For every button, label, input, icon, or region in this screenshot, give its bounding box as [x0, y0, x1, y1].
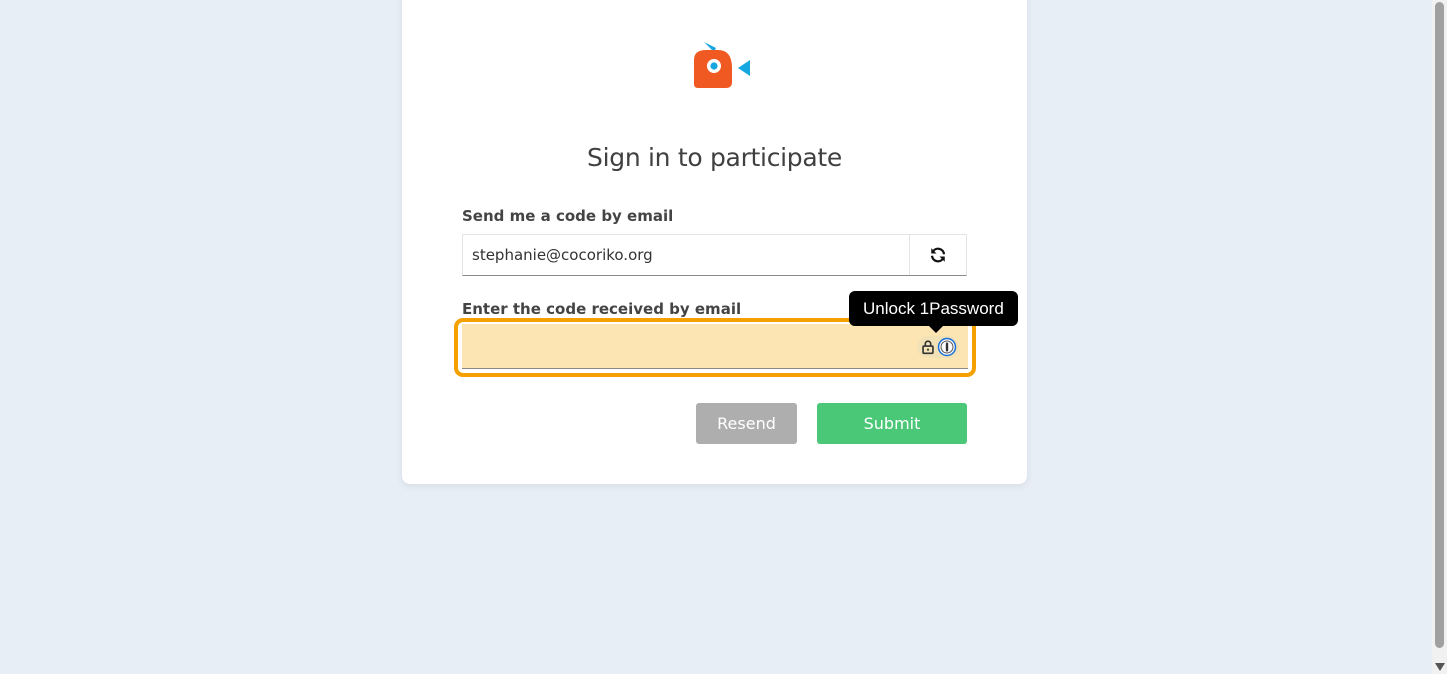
onepassword-widget[interactable] — [917, 336, 959, 358]
scrollbar-thumb[interactable] — [1435, 2, 1444, 648]
onepassword-icon — [937, 337, 957, 357]
page: Sign in to participate Send me a code by… — [0, 0, 1447, 674]
lock-icon — [922, 340, 934, 355]
email-label: Send me a code by email — [462, 207, 674, 225]
email-field-group — [462, 234, 967, 276]
refresh-icon — [930, 247, 946, 263]
vertical-scrollbar[interactable] — [1432, 0, 1447, 674]
signin-card: Sign in to participate Send me a code by… — [402, 0, 1027, 484]
code-field-group — [462, 324, 968, 369]
resend-button[interactable]: Resend — [696, 403, 797, 444]
submit-button[interactable]: Submit — [817, 403, 967, 444]
email-field[interactable] — [463, 235, 909, 275]
code-label: Enter the code received by email — [462, 300, 742, 318]
code-field[interactable] — [462, 324, 968, 368]
refresh-button[interactable] — [909, 235, 966, 275]
onepassword-tooltip: Unlock 1Password — [849, 291, 1018, 333]
bird-logo-icon — [694, 42, 750, 88]
scroll-down-arrow-icon[interactable] — [1435, 663, 1445, 671]
page-title: Sign in to participate — [587, 143, 842, 172]
